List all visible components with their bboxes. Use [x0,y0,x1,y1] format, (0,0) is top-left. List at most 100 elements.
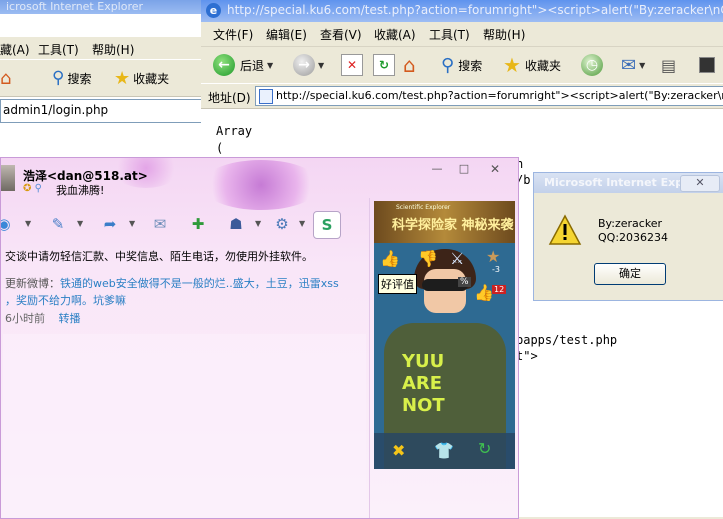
menu-edit[interactable]: 编辑(E) [266,26,307,43]
file-dropdown-icon[interactable]: ▼ [129,219,135,228]
back-dropdown-icon[interactable]: ▼ [267,61,273,70]
content-line-array: Array [216,124,253,138]
back-search-button[interactable]: ⚲ 搜索 [52,65,91,91]
back-favorites-label: 收藏夹 [133,71,170,86]
menu-tools[interactable]: 工具(T) [429,26,470,43]
star-icon: ★ [114,67,131,89]
qq-chat-window: 浩泽<dan@518.at> ✪ ⚲ 我血沸腾! — □ ✕ ◉ ▼ ✎ ▼ ➦… [0,157,519,519]
safety-notice: 交谈中请勿轻信汇款、中奖信息、陌生电话，勿使用外挂软件。 [5,250,313,263]
star-icon: ★ [503,53,521,77]
pk-icon[interactable]: ⚔ [450,249,464,268]
search-button-label: 搜索 [458,58,483,73]
extra-button[interactable] [699,52,715,78]
stop-button[interactable]: ✕ [341,52,363,78]
forward-button[interactable]: → ▼ [293,52,327,78]
settings-dropdown-icon[interactable]: ▼ [299,219,305,228]
back-search-label: 搜索 [67,71,92,86]
favorites-button[interactable]: ★ 收藏夹 [503,52,561,78]
back-menu-favorites[interactable]: 藏(A) [0,41,30,58]
user-dropdown-icon[interactable]: ▼ [255,219,261,228]
voice-call-icon[interactable]: ✎ [45,211,71,237]
video-call-icon[interactable]: ◉ [1,211,17,237]
back-menu-tools[interactable]: 工具(T) [38,41,79,58]
address-url: http://special.ku6.com/test.php?action=f… [276,89,723,102]
thumbs-up-icon[interactable]: 👍 [380,249,400,268]
back-home-button[interactable]: ⌂ [0,65,11,91]
front-toolbar: ← 后退 ▼ → ▼ ✕ ↻ ⌂ ⚲ 搜索 ★ 收藏夹 ◷ ✉ ▼ ▤ [201,47,723,83]
front-menubar: 文件(F) 编辑(E) 查看(V) 收藏(A) 工具(T) 帮助(H) [201,22,723,47]
file-transfer-icon[interactable]: ➦ [97,211,123,237]
background-flower-decoration [201,160,321,210]
search-icon: ⚲ [441,54,455,76]
back-menu-help[interactable]: 帮助(H) [92,41,134,58]
close-icon: ✕ [695,176,705,189]
front-titlebar[interactable]: e http://special.ku6.com/test.php?action… [201,0,723,22]
minimize-button[interactable]: — [430,162,444,175]
ok-button[interactable]: 确定 [594,263,666,285]
menu-help[interactable]: 帮助(H) [483,26,525,43]
thumbs-icon[interactable]: 👍 [474,283,494,302]
video-dropdown-icon[interactable]: ▼ [25,219,31,228]
menu-favorites[interactable]: 收藏(A) [374,26,416,43]
chat-message-area[interactable] [3,334,366,516]
panel-divider [369,198,370,518]
star-icon[interactable]: ★ [486,247,500,266]
show-banner-title: 科学探险家 神秘来袭 [392,218,514,233]
weibo-link[interactable]: 铁通的web安全做得不是一般的烂..盛大，土豆，迅雷xss [60,277,339,290]
shirt-icon[interactable]: 👕 [434,441,454,460]
stop-icon: ✕ [341,54,363,76]
star-icon: ✪ [23,183,32,194]
back-button-label: 后退 [240,58,265,73]
forward-dropdown-icon[interactable]: ▼ [318,61,324,70]
back-favorites-button[interactable]: ★ 收藏夹 [114,65,169,91]
add-app-icon[interactable]: ✚ [185,211,211,237]
weibo-update: 更新微博：铁通的web安全做得不是一般的烂..盛大，土豆，迅雷xss ，奖励不给… [5,275,365,309]
home-button[interactable]: ⌂ [403,52,416,78]
mail-icon[interactable]: ✉ [147,211,173,237]
avatar-face [424,269,466,313]
front-window-title: http://special.ku6.com/test.php?action=f… [227,3,723,17]
history-icon: ◷ [581,54,603,76]
mail-button[interactable]: ✉ ▼ [621,52,648,78]
shirt-text: YUU ARE NOT [402,351,445,416]
back-arrow-icon: ← [213,54,235,76]
menu-file[interactable]: 文件(F) [213,26,253,43]
search-button[interactable]: ⚲ 搜索 [441,52,482,78]
refresh-icon[interactable]: ↻ [478,439,491,458]
rating-tooltip: 好评值 [378,274,417,294]
favorites-button-label: 收藏夹 [524,58,561,73]
forward-link[interactable]: 转播 [59,312,81,325]
voice-dropdown-icon[interactable]: ▼ [77,219,83,228]
close-outfit-icon[interactable]: ✖ [392,441,405,460]
user-icon[interactable]: ☗ [223,211,249,237]
history-button[interactable]: ◷ [581,52,603,78]
back-menubar: 藏(A) 工具(T) 帮助(H) [0,37,205,59]
show-banner[interactable]: Scientific Explorer 科学探险家 神秘来袭 [374,201,515,243]
count-badge: 12 [492,285,507,294]
address-input[interactable]: http://special.ku6.com/test.php?action=f… [255,86,723,106]
gear-icon[interactable]: ⚙ [269,211,295,237]
print-button[interactable]: ▤ [661,52,676,78]
window-icon [699,57,715,73]
contact-avatar[interactable] [1,165,15,191]
maximize-button[interactable]: □ [457,162,471,175]
back-button[interactable]: ← 后退 ▼ [213,52,276,78]
app-logo-icon[interactable]: S [313,211,341,239]
qq-show-panel[interactable]: Scientific Explorer 科学探险家 神秘来袭 YUU ARE N… [374,201,515,469]
mail-dropdown-icon[interactable]: ▼ [639,61,645,70]
forward-arrow-icon: → [293,54,315,76]
address-label: 地址(D) [208,91,251,105]
close-button[interactable]: ✕ [488,162,502,176]
warning-icon [548,214,582,249]
weibo-link-line-2[interactable]: ，奖励不给力啊。坑爹嘛 [5,294,126,307]
contact-signature: 我血沸腾! [56,184,105,197]
back-address-field[interactable]: admin1/login.php [0,99,205,123]
alert-close-button[interactable]: ✕ [680,175,720,192]
alert-dialog: Microsoft Internet Expl ✕ By:zeracker QQ… [533,172,723,301]
menu-view[interactable]: 查看(V) [320,26,362,43]
refresh-button[interactable]: ↻ [373,52,395,78]
ie-logo-icon: e [206,3,221,18]
thumbs-down-icon[interactable]: 👎 [418,249,438,268]
mail-icon: ✉ [621,54,637,76]
star-count: -3 [492,265,500,274]
